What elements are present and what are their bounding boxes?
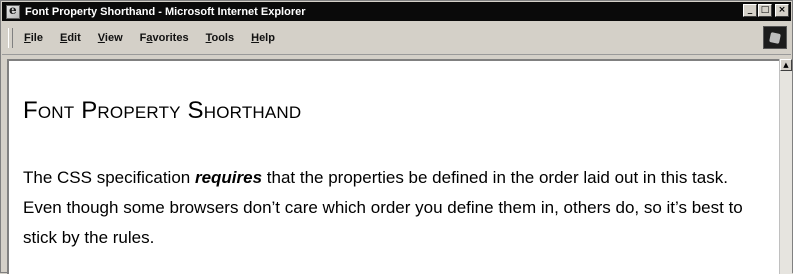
body-paragraph: The CSS specification requires that the … [23, 168, 743, 247]
window-controls: _ □ × [743, 4, 789, 17]
page-content: Font Property Shorthand The CSS specific… [7, 59, 779, 274]
page-heading: Font Property Shorthand [23, 97, 302, 124]
title-bar[interactable]: Font Property Shorthand - Microsoft Inte… [2, 2, 791, 21]
menu-view[interactable]: View [96, 30, 125, 46]
window-title: Font Property Shorthand - Microsoft Inte… [25, 5, 306, 18]
menu-edit[interactable]: Edit [58, 30, 83, 46]
windows-throbber-icon [763, 26, 787, 49]
vertical-scrollbar[interactable]: ▲ [779, 59, 792, 274]
browser-window: Font Property Shorthand - Microsoft Inte… [0, 0, 793, 274]
menu-tools[interactable]: Tools [204, 30, 237, 46]
close-button[interactable]: × [775, 4, 789, 17]
minimize-button[interactable]: _ [743, 4, 757, 17]
throbber-logo-icon [769, 31, 781, 44]
menu-favorites[interactable]: Favorites [138, 30, 191, 46]
menu-bar: File Edit View Favorites Tools Help [2, 22, 791, 55]
maximize-button[interactable]: □ [758, 4, 772, 17]
emphasis-requires: requires [194, 168, 263, 187]
menu-help[interactable]: Help [249, 30, 277, 46]
ie-icon[interactable] [6, 3, 20, 19]
toolbar-grip[interactable] [8, 28, 13, 48]
menu-file[interactable]: File [22, 30, 45, 46]
scroll-up-arrow-icon[interactable]: ▲ [780, 59, 792, 71]
